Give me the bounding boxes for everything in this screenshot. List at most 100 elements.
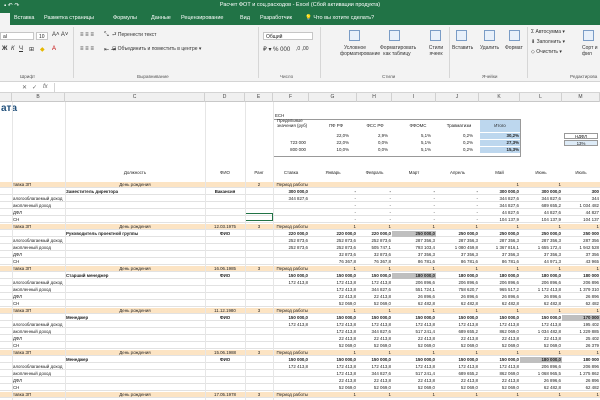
select-all[interactable] [0, 93, 12, 102]
cell-l[interactable]: 22 413,8 [520, 336, 562, 342]
cell-e[interactable] [245, 280, 273, 286]
borders-icon[interactable]: ⊞ [29, 46, 34, 53]
cell-b[interactable]: акопленный доход [12, 371, 65, 377]
cell-h[interactable]: 1 [357, 308, 392, 314]
tab-insert[interactable]: Вставка [14, 15, 34, 21]
cell-h[interactable]: 150 000,0 [357, 357, 392, 363]
cell-m[interactable]: 26 896 [562, 294, 600, 300]
cell-b[interactable]: ДФЛ [12, 294, 65, 300]
cell-b[interactable]: тавка ЗП [12, 266, 65, 272]
orientation-icon[interactable]: ⤡ [104, 32, 109, 39]
cell-b[interactable]: тавка ЗП [12, 182, 65, 188]
cell-g[interactable]: 52 069,0 [309, 385, 357, 391]
cell-c[interactable] [65, 336, 205, 342]
cell-k[interactable]: 44 827,6 [479, 210, 520, 216]
selected-cell[interactable] [245, 213, 273, 221]
cell-j[interactable]: - [436, 203, 479, 209]
cell-g[interactable]: 1 [309, 224, 357, 230]
cell-k[interactable]: 965 517,2 [479, 287, 520, 293]
cell-c[interactable] [65, 238, 205, 244]
cell-l[interactable]: 287 356,3 [520, 238, 562, 244]
cell-c[interactable] [65, 245, 205, 251]
cell-g[interactable]: 32 873,6 [309, 252, 357, 258]
cell-l[interactable]: 1 [520, 182, 562, 188]
cell-g[interactable]: 172 413,8 [309, 322, 357, 328]
cell-b[interactable] [12, 357, 65, 363]
cell-g[interactable]: 252 873,6 [309, 238, 357, 244]
cell-e[interactable]: 3 [245, 308, 273, 314]
cell-b[interactable]: СН [12, 217, 65, 223]
cell-i[interactable]: 180 000,0 [392, 273, 436, 279]
cell-c[interactable] [65, 301, 205, 307]
cell-d[interactable] [205, 385, 245, 391]
cell-j[interactable]: 26 896,6 [436, 294, 479, 300]
cell-b[interactable]: акопленный доход [12, 203, 65, 209]
cell-b[interactable]: алогооблагаемый доход [12, 280, 65, 286]
cell-j[interactable]: 172 413,8 [436, 322, 479, 328]
wrap-text-button[interactable]: ⮐ Перенести текст [112, 32, 156, 40]
cell-m[interactable]: 62 482 [562, 385, 600, 391]
cell-c[interactable] [65, 217, 205, 223]
cell-h[interactable]: 344 827,6 [357, 371, 392, 377]
cell-d[interactable] [205, 364, 245, 370]
cell-f[interactable]: Период работы [273, 182, 309, 188]
cell-i[interactable]: 52 069,0 [392, 343, 436, 349]
cell-j[interactable]: 1 [436, 392, 479, 398]
cell-l[interactable]: 1 [520, 266, 562, 272]
cell-j[interactable]: - [436, 210, 479, 216]
cell-f[interactable] [273, 385, 309, 391]
cell-k[interactable]: 180 000,0 [479, 273, 520, 279]
cell-e[interactable] [245, 189, 273, 195]
cell-l[interactable]: 300 000,0 [520, 189, 562, 195]
cell-k[interactable]: 862 069,0 [479, 371, 520, 377]
cell-f[interactable]: 252 873,6 [273, 238, 309, 244]
cell-k[interactable]: 250 000,0 [479, 231, 520, 237]
cell-l[interactable]: 250 000,0 [520, 231, 562, 237]
cell-h[interactable]: 344 827,6 [357, 329, 392, 335]
cell-l[interactable]: 180 000,0 [520, 357, 562, 363]
cell-c[interactable] [65, 294, 205, 300]
cell-k[interactable]: 1 [479, 392, 520, 398]
cell-m[interactable]: 1 942 528 [562, 245, 600, 251]
cell-j[interactable]: 689 655,2 [436, 371, 479, 377]
cell-d[interactable] [205, 378, 245, 384]
cell-g[interactable]: 1 [309, 308, 357, 314]
cell-h[interactable] [357, 182, 392, 188]
cell-k[interactable]: 206 896,6 [479, 280, 520, 286]
cell-c[interactable] [65, 343, 205, 349]
cell-j[interactable]: 1 [436, 266, 479, 272]
format-cells-label[interactable]: Формат [505, 45, 523, 51]
cell-j[interactable]: 52 069,0 [436, 343, 479, 349]
cell-c[interactable] [65, 259, 205, 265]
cell-l[interactable]: 1 655 172,4 [520, 245, 562, 251]
cell-e[interactable] [245, 364, 273, 370]
cell-j[interactable]: 287 356,3 [436, 238, 479, 244]
formula-cancel-icon[interactable]: ✕ [22, 84, 27, 91]
cell-f[interactable] [273, 343, 309, 349]
cell-l[interactable]: 1 068 965,5 [520, 371, 562, 377]
cell-b[interactable]: акопленный доход [12, 245, 65, 251]
col-header-f[interactable]: F [273, 93, 309, 102]
cell-m[interactable]: 180 000 [562, 357, 600, 363]
cell-l[interactable]: 37 356,3 [520, 252, 562, 258]
cell-m[interactable]: 300 [562, 189, 600, 195]
cell-l[interactable]: 1 [520, 224, 562, 230]
cell-h[interactable]: 150 000,0 [357, 273, 392, 279]
cell-m[interactable]: 170 000 [562, 315, 600, 321]
cell-h[interactable]: 344 827,6 [357, 287, 392, 293]
cell-h[interactable]: 52 069,0 [357, 301, 392, 307]
col-header-m[interactable]: M [562, 93, 600, 102]
cell-m[interactable]: 44 827 [562, 210, 600, 216]
cell-m[interactable]: 1 [562, 266, 600, 272]
cell-k[interactable]: 86 781,6 [479, 259, 520, 265]
cell-i[interactable]: - [392, 217, 436, 223]
cell-c[interactable] [65, 322, 205, 328]
cell-j[interactable]: 206 896,6 [436, 280, 479, 286]
cell-g[interactable]: 172 413,8 [309, 371, 357, 377]
cell-k[interactable]: 172 413,8 [479, 322, 520, 328]
cell-h[interactable]: 1 [357, 266, 392, 272]
cell-d[interactable] [205, 259, 245, 265]
cell-e[interactable] [245, 231, 273, 237]
tell-me-box[interactable]: 💡 Что вы хотите сделать? [305, 15, 374, 21]
col-header-d[interactable]: D [205, 93, 245, 102]
